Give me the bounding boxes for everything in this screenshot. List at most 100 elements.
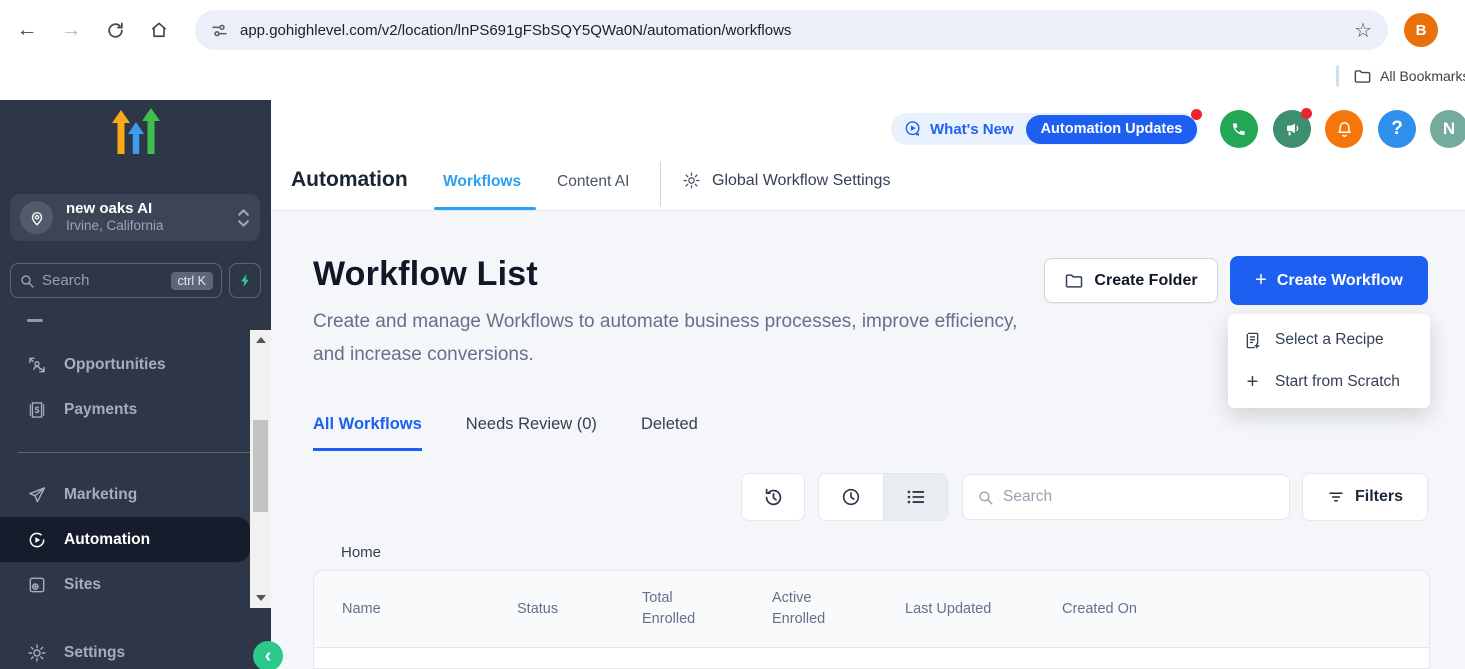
- folder-icon: [1064, 271, 1084, 291]
- execution-logs-button[interactable]: [741, 473, 805, 521]
- app-header: What's New Automation Updates ? N Automa…: [271, 100, 1465, 211]
- workflow-search-input[interactable]: [1003, 488, 1253, 506]
- url-text: app.gohighlevel.com/v2/location/lnPS691g…: [240, 22, 1354, 39]
- sidebar-item-settings[interactable]: Settings: [0, 638, 250, 668]
- announcement-icon: [903, 119, 923, 139]
- sites-icon: [27, 575, 47, 595]
- sidebar-item-sites[interactable]: Sites: [0, 562, 250, 607]
- notification-dot: [1301, 108, 1312, 119]
- sidebar: new oaks AI Irvine, California ctrl K Op…: [0, 100, 271, 669]
- cut-menu-item: [27, 319, 43, 322]
- header-divider: [660, 162, 661, 206]
- chevron-left-icon: ‹: [265, 645, 272, 668]
- scroll-down-arrow[interactable]: [256, 595, 266, 601]
- tab-workflows[interactable]: Workflows: [443, 173, 521, 191]
- notifications-button[interactable]: [1325, 110, 1363, 148]
- filters-button[interactable]: Filters: [1302, 473, 1428, 521]
- tab-all-workflows[interactable]: All Workflows: [313, 415, 422, 451]
- list-view-button[interactable]: [883, 474, 947, 520]
- tab-deleted[interactable]: Deleted: [641, 415, 698, 451]
- whats-new-pill[interactable]: What's New Automation Updates: [891, 113, 1199, 145]
- column-total-enrolled: Total Enrolled: [642, 588, 706, 630]
- automation-updates-label: Automation Updates: [1041, 121, 1183, 137]
- search-icon: [19, 273, 35, 289]
- table-body: [314, 648, 1429, 669]
- bookmarks-bar: All Bookmarks: [1336, 62, 1465, 90]
- home-icon: [149, 20, 169, 40]
- address-bar[interactable]: app.gohighlevel.com/v2/location/lnPS691g…: [195, 10, 1388, 50]
- user-avatar[interactable]: N: [1430, 110, 1465, 148]
- all-bookmarks-label[interactable]: All Bookmarks: [1380, 68, 1465, 84]
- browser-home-button[interactable]: [142, 13, 176, 47]
- breadcrumb[interactable]: Home: [341, 544, 381, 561]
- folder-icon: [1353, 67, 1372, 86]
- view-toggle: [818, 473, 948, 521]
- bookmark-star-icon[interactable]: ☆: [1354, 18, 1372, 43]
- sidebar-collapse-button[interactable]: ‹: [253, 641, 283, 669]
- column-last-updated: Last Updated: [905, 599, 1062, 620]
- global-workflow-settings-link[interactable]: Global Workflow Settings: [682, 171, 890, 190]
- location-pin-icon: [20, 201, 53, 234]
- scrollbar-thumb[interactable]: [253, 420, 268, 512]
- phone-button[interactable]: [1220, 110, 1258, 148]
- create-workflow-button[interactable]: + Create Workflow: [1230, 256, 1428, 305]
- sidebar-item-automation[interactable]: Automation: [0, 517, 250, 562]
- sidebar-item-label: Payments: [64, 401, 137, 419]
- sidebar-item-label: Settings: [64, 644, 125, 662]
- whats-new-label: What's New: [930, 121, 1014, 138]
- workflow-content: Workflow List Create and manage Workflow…: [271, 211, 1465, 669]
- global-workflow-settings-label: Global Workflow Settings: [712, 172, 890, 190]
- browser-profile-avatar[interactable]: B: [1404, 13, 1438, 47]
- site-info-icon[interactable]: [211, 22, 228, 39]
- opportunities-icon: [27, 355, 47, 375]
- help-button[interactable]: ?: [1378, 110, 1416, 148]
- column-created-on: Created On: [1062, 599, 1137, 620]
- time-view-button[interactable]: [819, 474, 883, 520]
- menu-item-start-from-scratch[interactable]: + Start from Scratch: [1228, 361, 1430, 403]
- workflow-list-title: Workflow List: [313, 255, 538, 294]
- phone-icon: [1230, 120, 1248, 138]
- sidebar-search-input[interactable]: [42, 272, 142, 289]
- create-workflow-label: Create Workflow: [1277, 272, 1403, 290]
- plus-icon: +: [1243, 371, 1262, 394]
- announcements-button[interactable]: [1273, 110, 1311, 148]
- menu-item-label: Select a Recipe: [1275, 331, 1384, 349]
- sidebar-item-label: Automation: [64, 531, 150, 549]
- sidebar-search[interactable]: ctrl K: [10, 263, 222, 298]
- column-name: Name: [342, 599, 517, 620]
- browser-reload-button[interactable]: [98, 13, 132, 47]
- bookmarks-separator: [1336, 65, 1339, 87]
- active-tab-underline: [434, 207, 536, 210]
- sidebar-item-opportunities[interactable]: Opportunities: [0, 342, 250, 387]
- gear-icon: [27, 643, 47, 663]
- sidebar-item-payments[interactable]: $ Payments: [0, 387, 250, 432]
- chevron-updown-icon: [237, 207, 250, 229]
- tab-needs-review[interactable]: Needs Review (0): [466, 415, 597, 451]
- sidebar-scrollbar[interactable]: [250, 330, 271, 608]
- history-icon: [762, 486, 785, 509]
- workflow-search[interactable]: [962, 474, 1290, 520]
- scroll-up-arrow[interactable]: [256, 337, 266, 343]
- bolt-icon: [238, 273, 253, 288]
- sidebar-item-marketing[interactable]: Marketing: [0, 472, 250, 517]
- filters-label: Filters: [1355, 488, 1403, 506]
- tab-content-ai[interactable]: Content AI: [557, 173, 629, 191]
- browser-back-button[interactable]: ←: [10, 13, 44, 47]
- location-city: Irvine, California: [66, 218, 164, 235]
- browser-forward-button[interactable]: →: [54, 13, 88, 47]
- workflow-table: Name Status Total Enrolled Active Enroll…: [313, 570, 1430, 669]
- question-icon: ?: [1391, 118, 1403, 140]
- search-icon: [977, 489, 994, 506]
- create-workflow-menu: Select a Recipe + Start from Scratch: [1228, 314, 1430, 408]
- quick-actions-button[interactable]: [229, 263, 261, 298]
- sidebar-item-label: Sites: [64, 576, 101, 594]
- notification-dot: [1191, 109, 1202, 120]
- megaphone-icon: [1283, 120, 1302, 139]
- table-header-row: Name Status Total Enrolled Active Enroll…: [314, 571, 1429, 648]
- automation-updates-badge[interactable]: Automation Updates: [1026, 115, 1198, 144]
- location-switcher[interactable]: new oaks AI Irvine, California: [10, 194, 260, 241]
- create-folder-button[interactable]: Create Folder: [1044, 258, 1218, 303]
- menu-item-select-recipe[interactable]: Select a Recipe: [1228, 319, 1430, 361]
- shortcut-badge: ctrl K: [171, 272, 213, 290]
- gohighlevel-logo: [108, 108, 164, 162]
